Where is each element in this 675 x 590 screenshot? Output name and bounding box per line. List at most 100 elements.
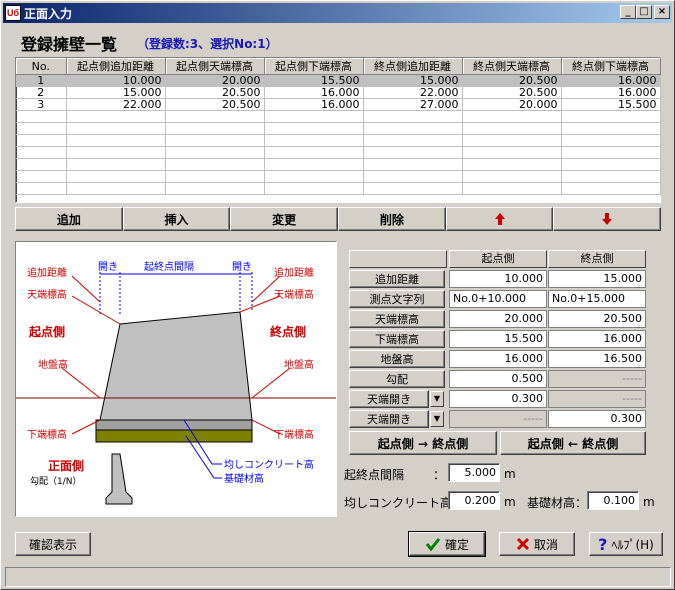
grid-cell[interactable]: 16.000 (561, 86, 661, 99)
grid-cell[interactable]: 20.500 (165, 86, 265, 99)
grid-cell[interactable]: 20.500 (462, 86, 562, 99)
grid-cell[interactable]: 16.000 (264, 98, 364, 111)
page-title: 登録擁壁一覧 (21, 35, 118, 54)
end-ground-field[interactable]: 16.500 (548, 350, 646, 368)
grid-cell[interactable]: 15.000 (66, 86, 166, 99)
span-input[interactable]: 5.000 (448, 463, 500, 482)
leveling-input[interactable]: 0.200 (448, 491, 500, 510)
col-header[interactable]: 終点側天端標高 (462, 58, 562, 75)
end-station-field[interactable]: No.0+15.000 (548, 290, 646, 308)
cell-no[interactable]: 1 (16, 74, 67, 87)
top-elev-row-button[interactable]: 天端標高 (349, 310, 445, 328)
front-side-label: 正面側 (48, 458, 84, 473)
table-row[interactable]: 1 10.000 20.000 15.500 15.000 20.500 16.… (16, 74, 661, 87)
add-dist-row-button[interactable]: 追加距離 (349, 270, 445, 288)
start-station-field[interactable]: No.0+10.000 (449, 290, 547, 308)
grid-cell[interactable]: 16.000 (561, 74, 661, 87)
grid-cell[interactable]: 20.500 (462, 74, 562, 87)
grid-cell[interactable]: 15.000 (363, 74, 463, 87)
move-up-button[interactable] (445, 207, 554, 231)
table-row[interactable]: 3 22.000 20.500 16.000 27.000 20.000 15.… (16, 98, 661, 111)
col-header[interactable]: 起点側天端標高 (165, 58, 265, 75)
base-field-label: 基礎材高： (527, 496, 588, 510)
start-add-dist-field[interactable]: 10.000 (449, 270, 547, 288)
base-input[interactable]: 0.100 (587, 491, 639, 510)
title-bar[interactable]: Uб 正面入力 _ □ × (3, 3, 672, 23)
insert-button[interactable]: 挿入 (122, 207, 231, 231)
span-unit: m (504, 467, 516, 481)
slope-row-button[interactable]: 勾配 (349, 370, 445, 388)
station-string-row-button[interactable]: 測点文字列 (349, 290, 445, 308)
dropdown-arrow-icon[interactable]: ▼ (430, 411, 444, 427)
leveling-concrete-label: 均しコンクリート高 (224, 458, 314, 471)
grid-cell[interactable]: 16.000 (264, 86, 364, 99)
delete-button[interactable]: 削除 (338, 207, 446, 231)
start-top-elev-field[interactable]: 20.000 (449, 310, 547, 328)
copy-start-to-end-button[interactable]: 起点側 → 終点側 (349, 431, 497, 455)
move-down-button[interactable] (553, 207, 662, 231)
start-side-label: 起点側 (28, 324, 65, 339)
span-label: 起終点間隔 (144, 260, 194, 273)
grid-cell[interactable]: 15.500 (561, 98, 661, 111)
close-button[interactable]: × (654, 5, 670, 19)
empty-row (16, 158, 661, 171)
help-question-icon: ? (598, 534, 608, 554)
start-top-opening-field[interactable]: 0.300 (449, 390, 547, 408)
grid-cell[interactable]: 10.000 (66, 74, 166, 87)
ok-button[interactable]: 確定 (408, 531, 486, 557)
grid-cell[interactable]: 20.500 (165, 98, 265, 111)
leveling-field-label: 均しコンクリート高： (344, 496, 465, 510)
span-field-label: 起終点間隔 (344, 468, 405, 482)
x-icon (516, 537, 530, 551)
col-header[interactable]: 起点側下端標高 (264, 58, 364, 75)
check-icon (425, 538, 441, 551)
top-elev-right-label: 天端標高 (274, 288, 314, 301)
grid-header-row: No. 起点側追加距離 起点側天端標高 起点側下端標高 終点側追加距離 終点側天… (16, 58, 661, 75)
status-bar (5, 567, 671, 587)
grid-cell[interactable]: 20.000 (165, 74, 265, 87)
col-header[interactable]: 終点側下端標高 (561, 58, 661, 75)
start-slope-field[interactable]: 0.500 (449, 370, 547, 388)
grid-cell[interactable]: 15.500 (264, 74, 364, 87)
grid-cell[interactable]: 20.000 (462, 98, 562, 111)
empty-row (16, 110, 661, 123)
bottom-elev-row-button[interactable]: 下端標高 (349, 330, 445, 348)
ground-row-button[interactable]: 地盤高 (349, 350, 445, 368)
form-corner (349, 250, 447, 268)
cancel-button[interactable]: 取消 (499, 532, 575, 556)
table-row[interactable]: 2 15.000 20.500 16.000 22.000 20.500 16.… (16, 86, 661, 99)
help-button[interactable]: ? ﾍﾙﾌﾟ(H) (589, 532, 663, 556)
col-header[interactable]: 終点側追加距離 (363, 58, 463, 75)
start-ground-field[interactable]: 16.000 (449, 350, 547, 368)
grid-cell[interactable]: 27.000 (363, 98, 463, 111)
end-top-elev-field[interactable]: 20.500 (548, 310, 646, 328)
add-button[interactable]: 追加 (15, 207, 123, 231)
base-material-label: 基礎材高 (224, 472, 264, 485)
end-top-opening-field[interactable]: 0.300 (548, 410, 646, 428)
top-opening-end-row-button[interactable]: 天端開き (349, 410, 429, 428)
end-bottom-elev-field[interactable]: 16.000 (548, 330, 646, 348)
col-header[interactable]: No. (16, 58, 67, 75)
col-header[interactable]: 起点側追加距離 (66, 58, 166, 75)
top-opening-start-row-button[interactable]: 天端開き (349, 390, 429, 408)
leveling-unit: m (504, 495, 516, 509)
bottom-elev-left-label: 下端標高 (27, 428, 67, 441)
end-add-dist-field[interactable]: 15.000 (548, 270, 646, 288)
empty-row (16, 170, 661, 183)
grid-cell[interactable]: 22.000 (66, 98, 166, 111)
window-title: 正面入力 (24, 6, 73, 21)
start-bottom-elev-field[interactable]: 15.500 (449, 330, 547, 348)
confirm-display-button[interactable]: 確認表示 (15, 532, 91, 556)
empty-row (16, 182, 661, 195)
cell-no[interactable]: 3 (16, 98, 67, 111)
copy-end-to-start-button[interactable]: 起点側 ← 終点側 (500, 431, 646, 455)
cell-no[interactable]: 2 (16, 86, 67, 99)
ground-right-label: 地盤高 (284, 358, 314, 371)
maximize-button[interactable]: □ (636, 5, 652, 19)
dropdown-arrow-icon[interactable]: ▼ (430, 391, 444, 407)
grid-cell[interactable]: 22.000 (363, 86, 463, 99)
retaining-wall-grid[interactable]: No. 起点側追加距離 起点側天端標高 起点側下端標高 終点側追加距離 終点側天… (15, 57, 661, 203)
change-button[interactable]: 変更 (230, 207, 339, 231)
minimize-button[interactable]: _ (620, 5, 636, 19)
app-icon: Uб (5, 5, 21, 21)
